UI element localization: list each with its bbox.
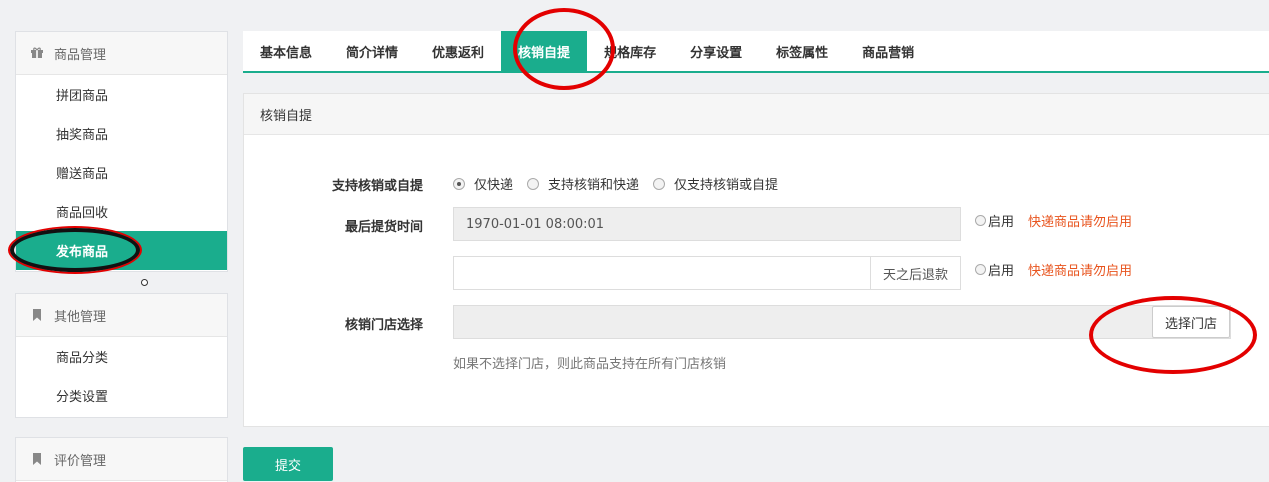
sidebar-item-group-goods[interactable]: 拼团商品 bbox=[16, 75, 227, 114]
sidebar-group-review: 评价管理 bbox=[15, 437, 228, 482]
sidebar-item-recycle-goods[interactable]: 商品回收 bbox=[16, 192, 227, 231]
radio-verify-and-express[interactable]: 支持核销和快递 bbox=[527, 174, 639, 193]
radio-label: 仅快递 bbox=[474, 178, 514, 193]
last-pickup-label: 最后提货时间 bbox=[344, 220, 423, 235]
tab-bar: 基本信息 简介详情 优惠返利 核销自提 规格库存 分享设置 标签属性 商品营销 bbox=[243, 31, 1269, 73]
support-label: 支持核销或自提 bbox=[331, 179, 423, 194]
tab-tag-attributes[interactable]: 标签属性 bbox=[759, 31, 845, 71]
last-pickup-time-input[interactable]: 1970-01-01 08:00:01 bbox=[453, 207, 961, 241]
sidebar-group-header[interactable]: 评价管理 bbox=[16, 438, 227, 481]
panel-title: 核销自提 bbox=[244, 94, 1269, 135]
tab-basic-info[interactable]: 基本信息 bbox=[243, 31, 329, 71]
tab-discount-rebate[interactable]: 优惠返利 bbox=[415, 31, 501, 71]
delivery-radio-group: 仅快递 支持核销和快递 仅支持核销或自提 bbox=[453, 174, 792, 193]
gift-icon bbox=[30, 46, 44, 60]
radio-circle[interactable] bbox=[527, 177, 540, 190]
sidebar-group-other: 其他管理 商品分类 分类设置 bbox=[15, 293, 228, 418]
cursor-dot bbox=[141, 279, 148, 286]
warning-text: 快递商品请勿启用 bbox=[1028, 264, 1133, 279]
select-store-button[interactable]: 选择门店 bbox=[1151, 306, 1230, 338]
sidebar-group-title: 商品管理 bbox=[54, 47, 107, 63]
sidebar-item-gift-goods[interactable]: 赠送商品 bbox=[16, 153, 227, 192]
radio-circle[interactable] bbox=[653, 177, 666, 190]
enable-checkbox[interactable] bbox=[975, 215, 986, 226]
sidebar-group-title: 评价管理 bbox=[54, 453, 107, 469]
store-help-text: 如果不选择门店，则此商品支持在所有门店核销 bbox=[453, 357, 727, 372]
radio-label: 仅支持核销或自提 bbox=[674, 178, 779, 193]
enable-last-pickup[interactable]: 启用 快递商品请勿启用 bbox=[975, 211, 1132, 230]
enable-label: 启用 bbox=[988, 215, 1015, 230]
submit-button[interactable]: 提交 bbox=[243, 447, 333, 481]
radio-circle[interactable] bbox=[453, 177, 465, 190]
enable-label: 启用 bbox=[988, 264, 1015, 279]
radio-express-only[interactable]: 仅快递 bbox=[453, 174, 513, 193]
sidebar-item-category[interactable]: 商品分类 bbox=[16, 337, 227, 376]
bookmark-icon bbox=[30, 308, 44, 322]
enable-refund-days[interactable]: 启用 快递商品请勿启用 bbox=[975, 260, 1132, 279]
store-select-input[interactable] bbox=[453, 305, 1231, 339]
tab-intro-details[interactable]: 简介详情 bbox=[329, 31, 415, 71]
tab-spec-stock[interactable]: 规格库存 bbox=[587, 31, 673, 71]
sidebar-group-goods: 商品管理 拼团商品 抽奖商品 赠送商品 商品回收 发布商品 bbox=[15, 31, 228, 272]
bookmark-icon bbox=[30, 452, 44, 466]
sidebar-group-title: 其他管理 bbox=[54, 309, 107, 325]
sidebar-item-lottery-goods[interactable]: 抽奖商品 bbox=[16, 114, 227, 153]
tab-goods-marketing[interactable]: 商品营销 bbox=[845, 31, 931, 71]
store-select-label: 核销门店选择 bbox=[344, 318, 423, 333]
verify-pickup-panel: 核销自提 支持核销或自提 仅快递 支持核销和快递 仅支持核销或自提 最后提货时间… bbox=[243, 93, 1269, 427]
sidebar-item-publish-goods[interactable]: 发布商品 bbox=[16, 231, 227, 270]
radio-verify-or-pickup-only[interactable]: 仅支持核销或自提 bbox=[653, 174, 778, 193]
sidebar-group-header[interactable]: 商品管理 bbox=[16, 32, 227, 75]
sidebar-item-category-settings[interactable]: 分类设置 bbox=[16, 376, 227, 415]
refund-days-addon: 天之后退款 bbox=[869, 257, 960, 289]
refund-days-field[interactable]: 天之后退款 bbox=[453, 256, 961, 290]
radio-label: 支持核销和快递 bbox=[548, 178, 640, 193]
tab-share-settings[interactable]: 分享设置 bbox=[673, 31, 759, 71]
warning-text: 快递商品请勿启用 bbox=[1028, 215, 1133, 230]
tab-verify-pickup[interactable]: 核销自提 bbox=[501, 31, 588, 71]
enable-checkbox[interactable] bbox=[975, 264, 986, 275]
sidebar-group-header[interactable]: 其他管理 bbox=[16, 294, 227, 337]
